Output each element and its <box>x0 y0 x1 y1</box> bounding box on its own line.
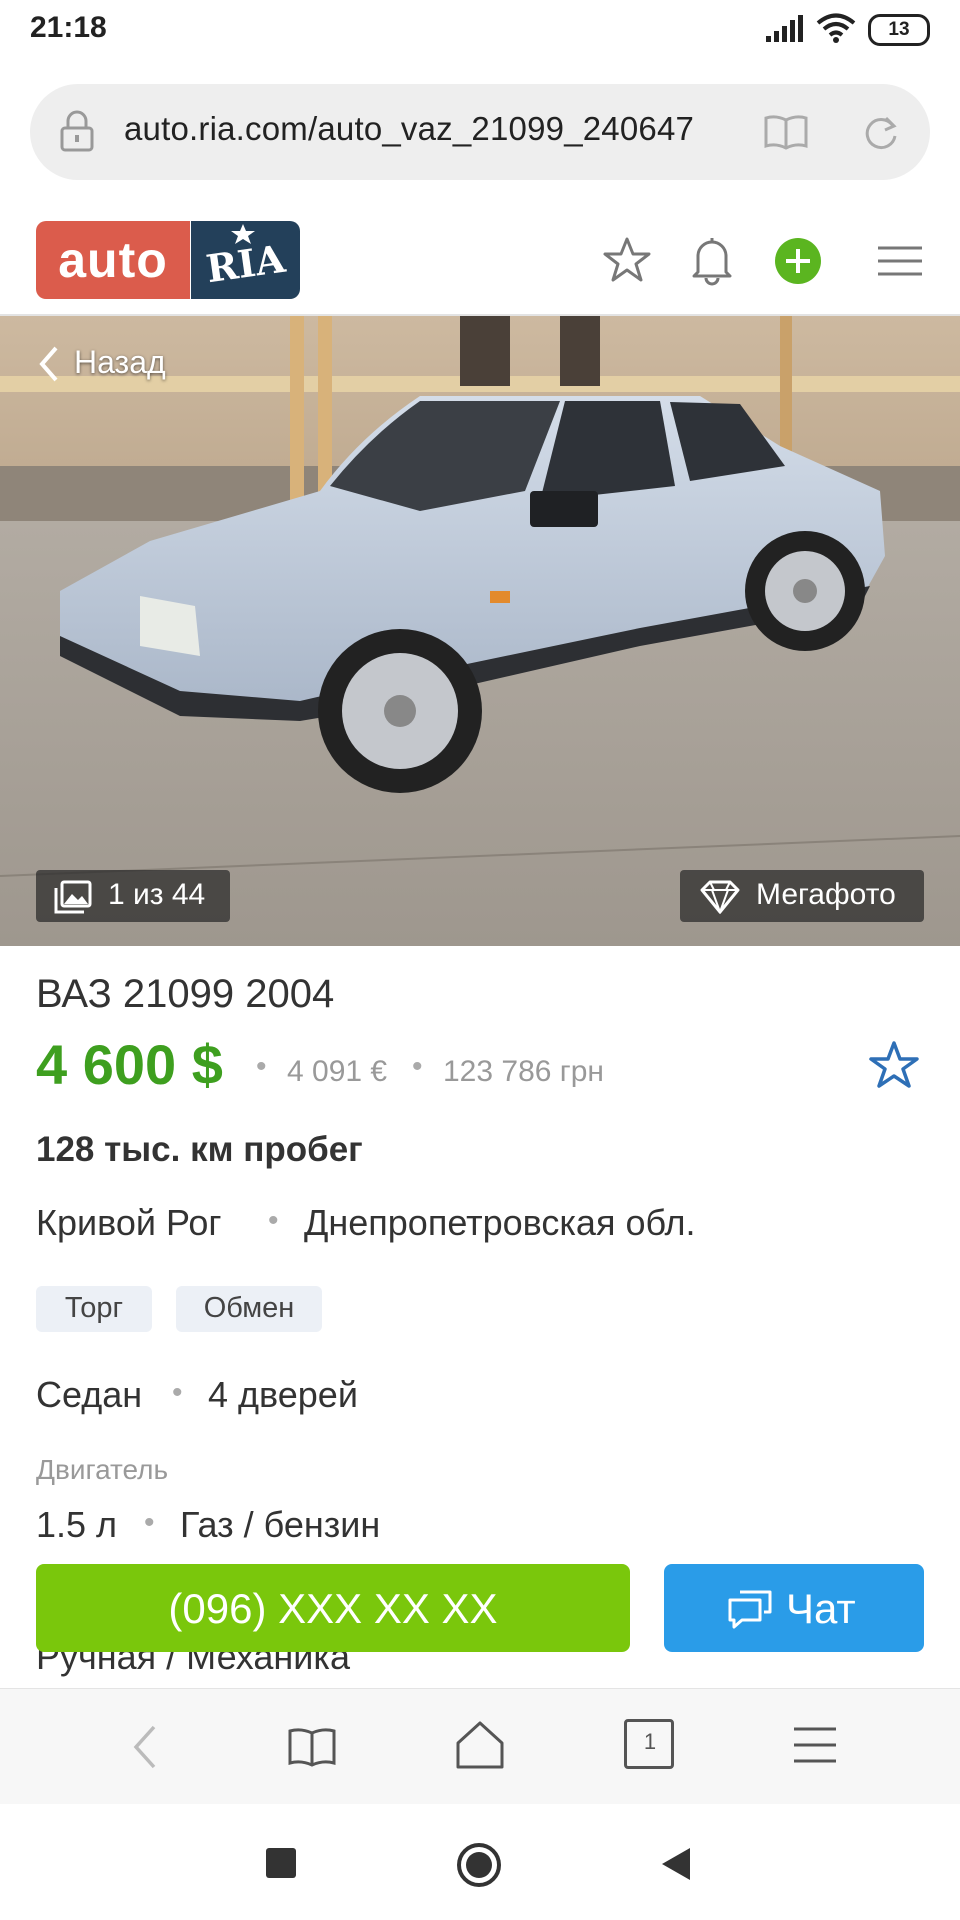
price-usd: 4 600 $ <box>36 1033 223 1096</box>
separator-dot: • <box>412 1050 423 1083</box>
chat-button[interactable]: Чат <box>664 1564 924 1652</box>
url-bar[interactable]: auto.ria.com/auto_vaz_21099_240647 <box>30 84 930 180</box>
bell-icon[interactable] <box>690 234 734 286</box>
car-photo-image <box>0 316 960 946</box>
recent-apps-icon[interactable] <box>266 1848 296 1878</box>
favorites-star-icon[interactable] <box>602 236 652 284</box>
doors: 4 дверей <box>208 1374 358 1415</box>
reader-mode-icon[interactable] <box>764 114 808 150</box>
add-listing-icon[interactable] <box>774 237 822 285</box>
reload-icon[interactable] <box>862 114 900 152</box>
status-bar: 21:18 13 <box>0 0 960 62</box>
lock-icon <box>60 110 94 152</box>
tag-exchange: Обмен <box>176 1286 322 1332</box>
price-uah: 123 786 грн <box>443 1055 604 1088</box>
home-icon[interactable] <box>454 1719 506 1771</box>
back-button[interactable]: Назад <box>74 344 166 381</box>
separator-dot: • <box>144 1506 155 1539</box>
url-text: auto.ria.com/auto_vaz_21099_240647 <box>124 110 695 147</box>
tag-bargain: Торг <box>36 1286 152 1332</box>
tab-count: 1 <box>643 1729 657 1754</box>
logo-star-icon <box>231 224 255 244</box>
bookmarks-icon[interactable] <box>288 1727 336 1767</box>
logo-auto[interactable]: auto <box>36 221 190 299</box>
separator-dot: • <box>268 1204 279 1237</box>
browser-back-icon[interactable] <box>130 1723 160 1771</box>
chat-icon <box>728 1590 772 1629</box>
call-button[interactable]: (096) XXX XX XX <box>36 1564 630 1652</box>
browser-toolbar: 1 <box>0 1688 960 1805</box>
separator-dot: • <box>256 1050 267 1083</box>
price-eur: 4 091 € <box>287 1055 388 1088</box>
megafoto-button[interactable]: Мегафото <box>680 870 924 922</box>
browser-menu-icon[interactable] <box>792 1725 838 1765</box>
body-type: Седан <box>36 1374 143 1415</box>
car-photo[interactable]: Назад 1 из 44 Мегафото <box>0 316 960 946</box>
location-region: Днепропетровская обл. <box>304 1202 696 1243</box>
diamond-icon <box>700 880 740 914</box>
mileage: 128 тыс. км пробег <box>36 1130 363 1169</box>
photo-counter[interactable]: 1 из 44 <box>36 870 230 922</box>
android-nav-bar <box>0 1804 960 1920</box>
save-listing-star-icon[interactable] <box>868 1040 920 1090</box>
listing-title: ВАЗ 21099 2004 <box>36 972 335 1016</box>
engine-volume: 1.5 л <box>36 1504 118 1545</box>
wifi-icon <box>816 13 856 43</box>
engine-label: Двигатель <box>36 1454 169 1485</box>
separator-dot: • <box>172 1376 183 1409</box>
back-chevron-icon[interactable] <box>36 344 60 384</box>
battery-icon: 13 <box>868 14 930 46</box>
location-city: Кривой Рог <box>36 1202 222 1243</box>
signal-icon <box>766 15 803 42</box>
gallery-icon <box>54 880 92 914</box>
logo-ria[interactable]: RIA <box>191 221 300 299</box>
status-time: 21:18 <box>30 11 107 44</box>
menu-icon[interactable] <box>876 244 924 278</box>
battery-level: 13 <box>888 19 910 40</box>
android-home-icon[interactable] <box>456 1842 502 1888</box>
engine-fuel: Газ / бензин <box>180 1504 381 1545</box>
android-back-icon[interactable] <box>660 1846 692 1882</box>
